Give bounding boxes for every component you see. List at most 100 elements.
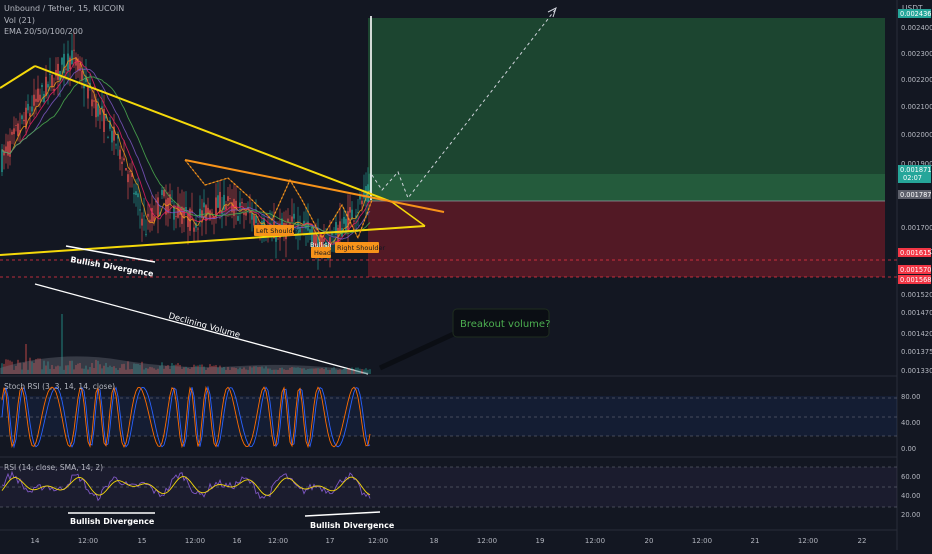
stoch-band: [0, 396, 897, 436]
volume-bar: [369, 369, 371, 374]
head-label: Head: [314, 249, 331, 257]
bullish-divergence-label: Bullish Divergence: [70, 255, 155, 279]
candle-body: [347, 211, 349, 232]
candle-body: [237, 216, 239, 221]
stop-loss-zone: [368, 201, 885, 277]
price-tick-label: 0.001520: [901, 291, 932, 299]
candle-body: [171, 201, 173, 203]
candle-body: [1, 149, 3, 173]
price-badge-label: 0.001615: [900, 249, 931, 257]
candle-body: [11, 131, 13, 135]
price-badge-label: 0.002436: [900, 10, 931, 18]
candle-body: [349, 207, 351, 213]
declining-volume-label: Declining Volume: [167, 311, 241, 340]
candle-body: [289, 223, 291, 225]
candle-body: [71, 50, 73, 65]
candle-body: [87, 85, 89, 99]
time-tick-label: 21: [751, 537, 760, 545]
triangle-upper-trendline: [34, 65, 393, 203]
candle-body: [353, 220, 355, 222]
candle-body: [107, 137, 109, 139]
candle-body: [337, 227, 339, 242]
candle-body: [141, 218, 143, 226]
candle-body: [97, 103, 99, 117]
price-tick-label: 0.001470: [901, 309, 932, 317]
candle-body: [127, 174, 129, 183]
entry-zone: [368, 174, 885, 201]
candle-body: [9, 140, 11, 157]
candle-body: [243, 212, 245, 215]
ema-legend: EMA 20/50/100/200: [4, 27, 83, 36]
price-tick-label: 0.001700: [901, 224, 932, 232]
time-tick-label: 18: [430, 537, 439, 545]
price-tick-label: 0.002400: [901, 24, 932, 32]
candle-body: [157, 197, 159, 217]
candle-body: [23, 119, 25, 122]
candle-body: [361, 200, 363, 205]
time-tick-label: 12:00: [268, 537, 288, 545]
candle-body: [229, 198, 231, 200]
arrow-head-icon: [547, 7, 557, 18]
candle-body: [73, 49, 75, 51]
candle-body: [187, 213, 189, 227]
candle-body: [17, 123, 19, 136]
time-tick-label: 15: [138, 537, 147, 545]
candle-body: [343, 216, 345, 224]
time-tick-label: 17: [326, 537, 335, 545]
candle-body: [81, 70, 83, 81]
candle-body: [47, 84, 49, 88]
chart-stage: Left Shoulder Head Right Shoulder Bullish Bu…: [0, 0, 932, 550]
candle-body: [255, 215, 257, 223]
candle-body: [123, 158, 125, 161]
candle-body: [199, 208, 201, 218]
stoch-axis-label: 40.00: [901, 419, 920, 427]
candle-body: [39, 94, 41, 101]
candle-body: [91, 99, 93, 107]
right-shoulder-label: Right Shoulder: [337, 244, 385, 252]
candle-body: [135, 191, 137, 196]
candle-body: [161, 189, 163, 196]
triangle-upper-trendline: [0, 65, 36, 89]
price-chart: Left Shoulder Head Right Shoulder Bullish Bu…: [0, 0, 932, 550]
candle-body: [163, 190, 165, 197]
candle-body: [27, 103, 29, 111]
candle-body: [293, 213, 295, 219]
candle-body: [5, 146, 7, 152]
ema-line: [1, 57, 371, 248]
candle-body: [29, 113, 31, 117]
time-tick-label: 12:00: [692, 537, 712, 545]
long-profit-zone: [368, 18, 885, 201]
candle-body: [203, 202, 205, 208]
candle-body: [227, 196, 229, 201]
rsi-legend: RSI (14, close, SMA, 14, 2): [4, 463, 104, 472]
candle-body: [137, 193, 139, 198]
candle-body: [111, 130, 113, 143]
candle-body: [275, 236, 277, 242]
candle-body: [57, 63, 59, 80]
candle-body: [31, 106, 33, 112]
candle-body: [33, 94, 35, 106]
stoch-axis-label: 80.00: [901, 393, 920, 401]
time-tick-label: 12:00: [368, 537, 388, 545]
candle-body: [143, 215, 145, 217]
time-tick-label: 12:00: [585, 537, 605, 545]
callout-pointer: [378, 329, 460, 371]
candle-body: [93, 100, 95, 102]
breakout-callout-text: Breakout volume?: [460, 319, 550, 330]
price-tick-label: 0.002200: [901, 76, 932, 84]
rsi-axis-label: 20.00: [901, 511, 920, 519]
candle-body: [13, 128, 15, 135]
time-tick-label: 12:00: [798, 537, 818, 545]
candle-body: [37, 88, 39, 103]
candle-body: [69, 57, 71, 70]
candle-body: [253, 215, 255, 226]
time-tick-label: 22: [858, 537, 867, 545]
price-badge-countdown: 02:07: [903, 174, 922, 182]
candle-body: [197, 228, 199, 230]
candle-body: [257, 223, 259, 225]
stoch-rsi-legend: Stoch RSI (3, 3, 14, 14, close): [4, 382, 115, 391]
time-tick-label: 20: [645, 537, 654, 545]
rsi-axis-label: 60.00: [901, 473, 920, 481]
symbol-legend: Unbound / Tether, 15, KUCOIN: [4, 4, 125, 13]
candle-body: [41, 84, 43, 87]
